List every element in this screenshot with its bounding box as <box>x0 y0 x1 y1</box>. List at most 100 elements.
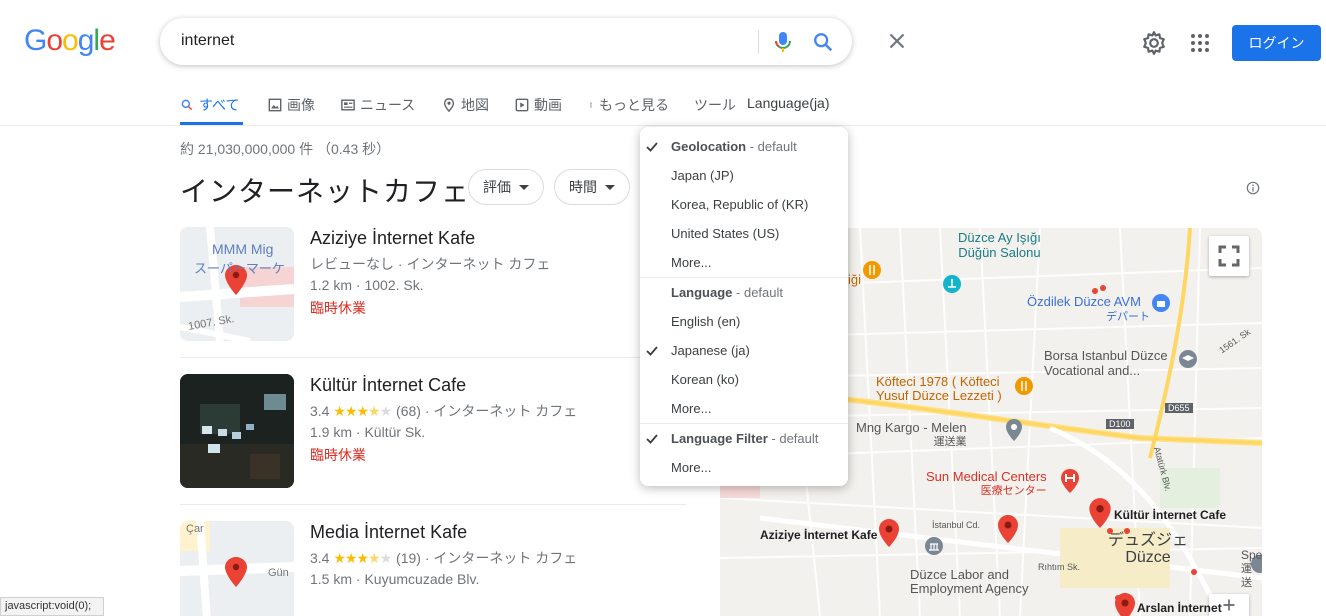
result-pin-icon[interactable] <box>1088 497 1112 529</box>
info-icon[interactable] <box>1246 181 1260 195</box>
menu-item[interactable]: English (en) <box>671 314 740 329</box>
map-label-line: Düzce Ay Işığı <box>958 230 1041 245</box>
menu-item-more[interactable]: More... <box>671 255 711 270</box>
apps-grid-icon[interactable] <box>1190 33 1210 53</box>
map-label: İstanbul Cd. <box>932 520 981 530</box>
google-logo[interactable]: Google <box>24 24 116 58</box>
menu-item-more[interactable]: More... <box>671 460 711 475</box>
city-label: デュズジェ Düzce <box>1108 532 1188 566</box>
map-label-line: Borsa Istanbul Düzce <box>1044 348 1168 363</box>
tab-tools[interactable]: ツール <box>694 95 736 115</box>
video-icon <box>515 98 529 112</box>
school-poi-icon[interactable] <box>1178 349 1198 369</box>
map-label: Mng Kargo - Melen 運送業 <box>856 421 967 449</box>
tab-more[interactable]: もっと見る <box>588 95 669 115</box>
menu-item[interactable]: Korea, Republic of (KR) <box>671 197 808 212</box>
checkmark-icon <box>646 142 658 152</box>
result-map-thumbnail[interactable]: Çar Gün <box>180 521 294 616</box>
hospital-poi-icon[interactable] <box>1059 468 1081 494</box>
result-pin-icon[interactable] <box>1114 592 1136 616</box>
filter-rating-chip[interactable]: 評価 <box>468 169 544 205</box>
result-map-thumbnail[interactable]: MMM Mig スーパーマーケ 1007. Sk. <box>180 227 294 341</box>
map-label-line: デュズジェ <box>1108 532 1189 549</box>
menu-item[interactable]: Japanese (ja) <box>671 343 750 358</box>
review-count[interactable]: (19) · インターネット カフェ <box>396 550 577 566</box>
local-result-item[interactable]: MMM Mig スーパーマーケ 1007. Sk. Aziziye İntern… <box>180 227 686 341</box>
map-label-line: Vocational and... <box>1044 363 1141 378</box>
search-box[interactable]: internet <box>160 18 905 65</box>
tab-label: 画像 <box>287 97 315 113</box>
map-label: Borsa Istanbul Düzce Vocational and... <box>1044 348 1168 378</box>
menu-item-more[interactable]: More... <box>671 401 711 416</box>
chip-label: 評価 <box>483 179 511 195</box>
chip-label: 時間 <box>569 179 597 195</box>
tab-language[interactable]: Language(ja) <box>747 95 830 111</box>
government-poi-icon[interactable] <box>924 536 944 556</box>
place-poi-icon[interactable] <box>1004 418 1024 442</box>
tab-label: すべて <box>199 97 240 113</box>
tab-label: ニュース <box>360 97 416 113</box>
map-label-line: Sun Medical Centers <box>926 469 1047 484</box>
menu-divider <box>640 423 848 424</box>
map-label: Rıhtım Sk. <box>1038 562 1081 572</box>
restaurant-poi-icon[interactable] <box>862 260 882 280</box>
map-label-line: 運送 <box>1241 563 1252 589</box>
login-button[interactable]: ログイン <box>1232 25 1321 61</box>
restaurant-poi-icon[interactable] <box>1014 376 1034 396</box>
result-title[interactable]: Aziziye İnternet Kafe <box>310 228 475 249</box>
result-title[interactable]: Kültür İnternet Cafe <box>310 375 466 396</box>
result-divider <box>180 357 686 358</box>
microphone-icon[interactable] <box>772 30 794 54</box>
search-input[interactable]: internet <box>181 32 234 50</box>
result-photo-thumbnail[interactable] <box>180 374 294 488</box>
default-label: - default <box>767 431 819 446</box>
map-label-line: 医療センター <box>980 485 1047 497</box>
tab-label: 動画 <box>534 97 562 113</box>
review-count[interactable]: (68) · インターネット カフェ <box>396 403 577 419</box>
menu-item-geolocation-default[interactable]: Geolocation - default <box>671 139 797 154</box>
filter-hours-chip[interactable]: 時間 <box>554 169 630 205</box>
search-icon[interactable] <box>812 31 834 53</box>
tab-all[interactable]: すべて <box>180 95 239 115</box>
tab-label: Language(ja) <box>747 95 830 111</box>
fullscreen-button[interactable] <box>1209 236 1249 276</box>
fullscreen-icon <box>1218 245 1240 267</box>
tab-news[interactable]: ニュース <box>341 95 415 115</box>
menu-item[interactable]: Japan (JP) <box>671 168 734 183</box>
result-status: 臨時休業 <box>310 300 366 316</box>
result-title[interactable]: Media İnternet Kafe <box>310 522 467 543</box>
settings-gear-icon[interactable] <box>1141 30 1167 56</box>
tab-videos[interactable]: 動画 <box>515 95 562 115</box>
menu-item-language-default[interactable]: Language - default <box>671 285 783 300</box>
map-label: Özdilek Düzce AVM <box>1027 294 1141 309</box>
default-label: - default <box>746 139 797 154</box>
empty-star-icon: ★ <box>379 550 393 566</box>
result-divider <box>180 504 686 505</box>
map-label-line: Düzce <box>1125 549 1171 566</box>
map-label-line: Düğün Salonu <box>958 245 1041 260</box>
event-venue-poi-icon[interactable] <box>942 274 962 294</box>
half-star-icon: ★ <box>368 550 381 566</box>
menu-divider <box>640 277 848 278</box>
tab-images[interactable]: 画像 <box>268 95 315 115</box>
map-label: Sun Medical Centers 医療センター <box>926 470 1047 498</box>
clear-icon[interactable] <box>884 28 910 54</box>
result-pin-icon[interactable] <box>878 518 900 548</box>
menu-item-language-filter-default[interactable]: Language Filter - default <box>671 431 818 446</box>
shopping-poi-icon[interactable] <box>1151 293 1171 313</box>
tab-label: ツール <box>694 97 736 113</box>
active-tab-indicator <box>180 122 243 125</box>
map-label: Arslan İnternet <box>1137 601 1222 615</box>
news-icon <box>341 99 355 111</box>
map-label: Düzce Ay Işığı Düğün Salonu <box>958 230 1041 260</box>
result-pin-icon[interactable] <box>997 514 1019 544</box>
local-result-item[interactable]: Kültür İnternet Cafe 3.4 ★★★★★ (68) · イン… <box>180 374 686 488</box>
tab-maps[interactable]: 地図 <box>442 95 489 115</box>
local-result-item[interactable]: Çar Gün Media İnternet Kafe 3.4 ★★★★★ (1… <box>180 521 686 616</box>
map-pin-icon <box>443 98 455 112</box>
menu-item[interactable]: United States (US) <box>671 226 779 241</box>
map-label: Köfteci 1978 ( Köfteci Yusuf Düzce Lezzet… <box>876 375 1002 403</box>
more-vert-icon <box>590 102 592 108</box>
map-label-line: Spe <box>1241 548 1262 562</box>
menu-item[interactable]: Korean (ko) <box>671 372 739 387</box>
